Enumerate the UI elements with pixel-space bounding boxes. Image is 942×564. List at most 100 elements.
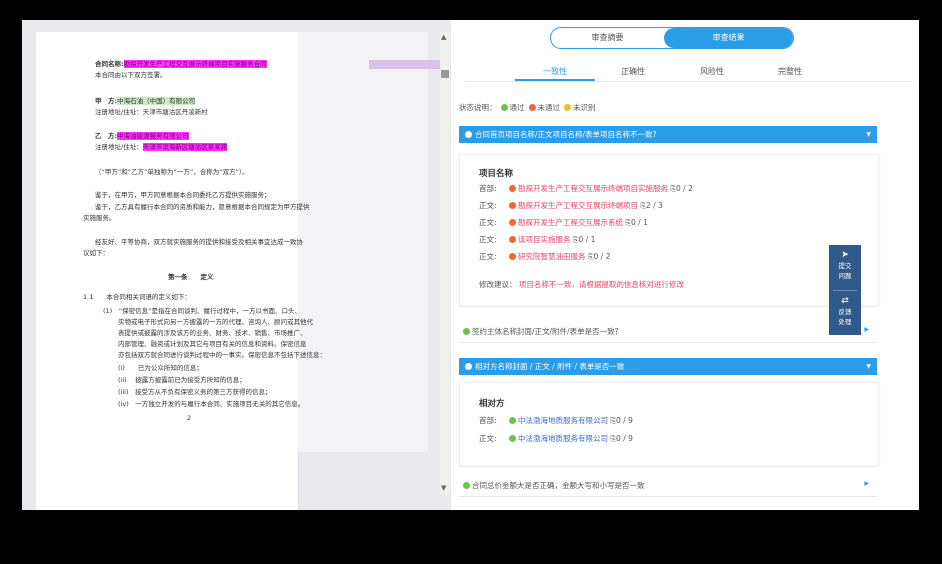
info-icon — [465, 131, 472, 138]
suggestion: 修改建议： 项目名称不一致，请根据提取的信息核对进行修改 — [479, 279, 684, 290]
list-item: 正文: 研究院智慧油田服务 ⎘0 / 2 — [479, 251, 610, 262]
result-card-project-name: 项目名称 首部: 勘探开发生产工程交互展示终端项目实施服务 ⎘0 / 2 正文: 勘… — [459, 154, 879, 306]
collective-line: （“甲方”和“乙方”单独称为“一方”，合称为“双方”）。 — [95, 168, 249, 176]
divider — [459, 342, 877, 343]
row-count: 0 / 9 — [616, 416, 633, 425]
feedback-button[interactable]: ⇄ 反馈 处理 — [829, 291, 861, 335]
pass-icon — [509, 435, 516, 442]
scrollbar-thumb[interactable] — [441, 70, 449, 78]
list-item: 正文: 中法渤海地质服务有限公司 ⎘0 / 9 — [479, 433, 633, 444]
row-value[interactable]: 勘探开发生产工程交互展示终端项目实施服务 — [518, 184, 668, 193]
list-item: 正文: 该项目实施服务 ⎘0 / 1 — [479, 234, 595, 245]
list-item: 首部: 中法渤海地质服务有限公司 ⎘0 / 9 — [479, 415, 633, 426]
info-icon — [465, 363, 472, 370]
side-toolbar: ➤ 提交 问题 ⇄ 反馈 处理 — [829, 245, 861, 335]
result-card-counterparty: 相对方 首部: 中法渤海地质服务有限公司 ⎘0 / 9 正文: 中法渤海地质服务有限… — [459, 382, 879, 466]
collapse-icon[interactable]: ▼ — [866, 358, 871, 375]
collapse-icon[interactable]: ▼ — [866, 126, 871, 143]
fail-icon — [509, 202, 516, 209]
button-label: 处理 — [838, 318, 852, 326]
tab-risk[interactable]: 风险性 — [700, 66, 724, 77]
row-count: 0 / 2 — [676, 184, 693, 193]
divider — [459, 496, 877, 497]
comment-marker[interactable] — [369, 60, 441, 69]
fail-icon — [528, 104, 536, 111]
tabs-divider — [465, 81, 913, 82]
toggle-summary[interactable]: 审查摘要 — [551, 28, 664, 48]
section-title: 合同首页项目名称/正文项目名称/表单项目名称不一致? — [475, 130, 657, 139]
row-value[interactable]: 中法渤海地质服务有限公司 — [518, 434, 608, 443]
row-label: 首部: — [479, 184, 497, 193]
definition-line-1: (1) “保密信息”是指在合同谈判、履行过程中，一方以书面、口头、 — [103, 307, 301, 315]
fail-icon — [509, 219, 516, 226]
fail-icon — [509, 185, 516, 192]
toggle-results[interactable]: 审查结果 — [664, 28, 793, 48]
exclusion-2: (ii) 披露方披露前已为接受方所知的信息； — [118, 376, 246, 384]
row-value[interactable]: 中法渤海地质服务有限公司 — [518, 416, 608, 425]
row-count: 0 / 1 — [631, 218, 648, 227]
definition-line-4: 内部管理、融资或计划及其它与项目有关的信息和资料。保密信息 — [118, 340, 307, 348]
tab-correctness[interactable]: 正确性 — [621, 66, 645, 77]
row-count: 0 / 9 — [616, 434, 633, 443]
row-label: 首部: — [479, 416, 497, 425]
section-title: 相对方名称封面 / 正文 / 附件 / 表单是否一致 — [475, 362, 625, 371]
page-number: 2 — [187, 414, 192, 422]
row-value[interactable]: 勘探开发生产工程交互展示终端项目 — [518, 201, 638, 210]
list-item: 正文: 勘探开发生产工程交互展示终端项目 ⎘2 / 3 — [479, 200, 663, 211]
agree-2: 议如下： — [83, 249, 109, 257]
button-label: 提交 — [838, 262, 852, 270]
fail-icon — [509, 236, 516, 243]
definition-line-2: 实物或电子形式向另一方披露的一方的代理、咨询人、顾问或其他代 — [118, 318, 313, 326]
app-window: 合同名称:勘探开发生产工程交互展示终端项目实施服务合同 本合同由以下双方签署。 … — [22, 20, 919, 510]
legend-label: 状态说明： — [459, 103, 497, 112]
tab-consistency[interactable]: 一致性 — [543, 66, 567, 77]
exclusion-3: (iii) 接受方从不负有保密义务的第三方获得的信息； — [118, 388, 272, 396]
row-count: 0 / 1 — [578, 235, 596, 244]
legend-unknown: 未识别 — [573, 103, 596, 112]
pass-icon — [500, 104, 508, 111]
list-item: 正文: 勘探开发生产工程交互展示系统 ⎘0 / 1 — [479, 217, 648, 228]
card-title: 相对方 — [479, 399, 505, 409]
whereas-2: 鉴于，乙方具有履行本合同的资质和能力，愿意根据本合同规定为甲方提供 — [95, 203, 310, 211]
contract-name-line: 合同名称:勘探开发生产工程交互展示终端项目实施服务合同 — [95, 60, 267, 68]
send-icon: ➤ — [841, 250, 849, 260]
section-header-counterparty[interactable]: 相对方名称封面 / 正文 / 附件 / 表单是否一致 ▼ — [459, 358, 877, 375]
unknown-icon — [564, 104, 571, 111]
pass-icon — [463, 328, 470, 335]
comment-margin — [298, 32, 428, 452]
document-scrollbar[interactable]: ▲ ▼ — [440, 32, 450, 494]
card-title: 项目名称 — [479, 169, 514, 179]
active-tab-indicator — [515, 79, 595, 81]
scroll-up-icon[interactable]: ▲ — [441, 33, 446, 41]
expand-icon[interactable]: ▶ — [864, 480, 869, 487]
section-title: 签约主体名称封面/正文/附件/表单是否一致? — [472, 327, 619, 336]
exclusion-4: (iv) 一方独立开发的与履行本合同、实施项目无关的其它信息。 — [118, 400, 305, 408]
party-a-address: 注册地址/住址：天津市塘沽区丹凌新村 — [95, 108, 208, 116]
definition-line-3: 表提供或披露的涉及该方的业务、财务、技术、销售、市场推广、 — [118, 329, 307, 337]
expand-icon[interactable]: ▶ — [864, 326, 869, 333]
row-value[interactable]: 研究院智慧油田服务 — [518, 252, 586, 261]
section-title: 合同总价金额大是否正确，金额大写和小写是否一致 — [472, 481, 645, 490]
legend-fail: 未通过 — [537, 103, 561, 112]
intro-line: 本合同由以下双方签署。 — [95, 71, 167, 79]
section-header-project-name[interactable]: 合同首页项目名称/正文项目名称/表单项目名称不一致? ▼ — [459, 126, 877, 143]
section-header-signing-party[interactable]: 签约主体名称封面/正文/附件/表单是否一致? ▶ — [459, 326, 877, 337]
section-header-total-amount[interactable]: 合同总价金额大是否正确，金额大写和小写是否一致 ▶ — [459, 480, 877, 491]
row-value[interactable]: 勘探开发生产工程交互展示系统 — [518, 218, 623, 227]
suggestion-text: 项目名称不一致，请根据提取的信息核对进行修改 — [518, 280, 684, 289]
status-legend: 状态说明： 通过 未通过 未识别 — [459, 102, 596, 113]
submit-issue-button[interactable]: ➤ 提交 问题 — [829, 245, 861, 289]
document-viewer: 合同名称:勘探开发生产工程交互展示终端项目实施服务合同 本合同由以下双方签署。 … — [22, 20, 450, 510]
article-title: 第一条 定义 — [168, 273, 214, 281]
row-label: 正文: — [479, 252, 497, 261]
party-b-address: 注册地址/住址：天津市滨海新区塘沽区某某路 — [95, 143, 228, 151]
scroll-down-icon[interactable]: ▼ — [441, 484, 446, 492]
agree-1: 经友好、平等协商，双方就实施服务的提供和接受及相关事宜达成一致协 — [95, 238, 303, 246]
row-value[interactable]: 该项目实施服务 — [518, 235, 571, 244]
pass-icon — [463, 482, 470, 489]
button-label: 反馈 — [838, 308, 852, 316]
legend-pass: 通过 — [509, 103, 525, 112]
swap-icon: ⇄ — [841, 296, 849, 306]
definition-line-5: 亦包括双方就合同进行谈判过程中的一事实。保密信息不包括下述信息： — [118, 351, 326, 359]
tab-completeness[interactable]: 完整性 — [778, 66, 802, 77]
